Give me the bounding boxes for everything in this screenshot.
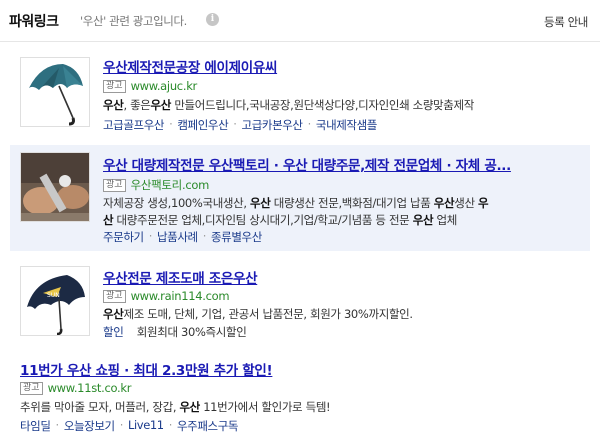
ad-item: SUN 우산전문 제조도매 조은우산 광고 www.rain114.com 우산… [10,256,590,346]
promo-label[interactable]: 할인 [103,325,124,339]
ad-badge: 광고 [103,79,126,93]
ad-sublink[interactable]: 국내제작샘플 [316,117,377,133]
ad-badge: 광고 [20,381,43,395]
keyword-highlight: 산 [103,212,114,227]
ad-sublink[interactable]: 오늘장보기 [64,418,115,434]
description-line: 우산제조 도매, 단체, 기업, 관공서 납품전문, 회원가 30%까지할인. [103,306,583,323]
powerlink-title: 파워링크 [9,14,59,30]
ad-title-link[interactable]: 우산 대량제작전문 우산팩토리 · 우산 대량주문,제작 전문업체 · 자체 공… [103,154,543,174]
powerlink-header: 파워링크 '우산' 관련 광고입니다. i 등록 안내 [0,0,600,42]
ad-item: 11번가 우산 쇼핑 · 최대 2.3만원 추가 할인! 광고 www.11st… [10,350,590,440]
promo-text[interactable]: 회원최대 30%즉시할인 [137,325,247,339]
description-line: 자체공장 생성,100%국내생산, 우산 대량생산 전문,백화점/대기업 납품 … [103,195,585,212]
umbrella-factory-image [21,153,89,221]
link-separator: · [168,418,173,432]
description-text: 11번가에서 할인가로 득템! [199,400,331,414]
ad-description: 우산, 좋은우산 만들어드립니다,국내공장,원단색상다양,디자인인쇄 소량맞춤제… [103,97,583,114]
keyword-highlight: 우산 [412,212,434,227]
ad-thumbnail[interactable] [20,152,90,222]
info-icon[interactable]: i [206,13,219,26]
ad-description: 우산제조 도매, 단체, 기업, 관공서 납품전문, 회원가 30%까지할인. [103,306,583,323]
ad-title-link[interactable]: 11번가 우산 쇼핑 · 최대 2.3만원 추가 할인! [20,359,580,379]
link-separator: · [169,117,173,131]
ad-url[interactable]: 우산팩토리.com [131,177,210,193]
keyword-highlight: 우산 [150,98,172,112]
ad-url-row: 광고 www.rain114.com [103,289,230,303]
description-text: 업체 [433,212,457,227]
ad-sublink[interactable]: 타임딜 [20,418,51,434]
description-text: 대량주문전문 업체,디자인팀 상시대기,기업/학교/기념품 등 전문 [113,212,413,227]
ad-sublinks: 타임딜 · 오늘장보기 · Live11 · 우주패스구독 [20,418,238,434]
keyword-highlight: 우산 [433,196,455,210]
link-separator: · [202,229,207,243]
ad-url[interactable]: www.ajuc.kr [131,79,198,93]
link-separator: · [233,117,237,131]
ad-sublink[interactable]: 캠페인우산 [177,117,228,133]
ad-promo: 할인 회원최대 30%즉시할인 [103,324,247,340]
link-separator: · [307,117,312,131]
description-text: 자체공장 생성,100%국내생산, [103,196,250,210]
keyword-highlight: 우산 [103,307,124,321]
navy-umbrella-image: SUN [21,267,89,335]
ad-title-link[interactable]: 우산제작전문공장 에이제이유씨 [103,56,583,76]
link-separator: · [119,418,124,432]
ad-badge: 광고 [103,289,126,303]
ad-sublinks: 고급골프우산 · 캠페인우산 · 고급카본우산 · 국내제작샘플 [103,117,377,133]
description-line: 우산, 좋은우산 만들어드립니다,국내공장,원단색상다양,디자인인쇄 소량맞춤제… [103,97,583,114]
ad-sublink[interactable]: 주문하기 [103,229,144,245]
description-text: 생산 [454,196,478,210]
ad-sublink[interactable]: 종류별우산 [211,229,262,245]
ad-url[interactable]: www.rain114.com [131,289,230,303]
keyword-highlight: 우 [477,196,489,210]
ad-url-row: 광고 우산팩토리.com [103,177,209,193]
ad-sublink[interactable]: 우주패스구독 [177,418,238,434]
ad-sublinks: 주문하기 · 납품사례 · 종류별우산 [103,229,262,245]
link-separator: · [148,229,153,243]
ad-description: 추위를 막아줄 모자, 머플러, 장갑, 우산 11번가에서 할인가로 득템! [20,399,580,416]
green-umbrella-image [21,58,89,126]
ad-thumbnail[interactable] [20,57,90,127]
ad-badge: 광고 [103,178,126,192]
link-separator: · [55,418,60,432]
ad-url-row: 광고 www.ajuc.kr [103,79,197,93]
ad-sublink[interactable]: 납품사례 [157,229,198,245]
svg-text:SUN: SUN [47,292,60,299]
ad-item: 우산제작전문공장 에이제이유씨 광고 www.ajuc.kr 우산, 좋은우산 … [10,48,590,140]
keyword-highlight: 우산 [250,196,271,210]
ad-sublink[interactable]: 고급카본우산 [242,117,303,133]
description-text: 제조 도매, 단체, 기업, 관공서 납품전문, 회원가 30%까지할인. [123,307,413,321]
ad-title-link[interactable]: 우산전문 제조도매 조은우산 [103,267,583,287]
description-text: 대량생산 전문,백화점/대기업 납품 [270,196,434,210]
ad-item: 우산 대량제작전문 우산팩토리 · 우산 대량주문,제작 전문업체 · 자체 공… [10,145,590,251]
description-text: 만들어드립니다,국내공장,원단색상다양,디자인인쇄 소량맞춤제작 [171,98,474,112]
ad-thumbnail[interactable]: SUN [20,266,90,336]
keyword-highlight: 우산 [179,400,200,414]
description-line: 산 대량주문전문 업체,디자인팀 상시대기,기업/학교/기념품 등 전문 우산 … [103,212,585,229]
register-guide-link[interactable]: 등록 안내 [544,14,588,30]
ad-url[interactable]: www.11st.co.kr [48,381,132,395]
description-line: 추위를 막아줄 모자, 머플러, 장갑, 우산 11번가에서 할인가로 득템! [20,399,580,416]
ad-description: 자체공장 생성,100%국내생산, 우산 대량생산 전문,백화점/대기업 납품 … [103,195,585,228]
ad-sublink[interactable]: Live11 [128,418,164,434]
ad-url-row: 광고 www.11st.co.kr [20,381,131,395]
ad-sublink[interactable]: 고급골프우산 [103,117,164,133]
description-text: , 좋은 [123,98,151,112]
powerlink-subtitle: '우산' 관련 광고입니다. [80,14,187,28]
keyword-highlight: 우산 [103,98,124,112]
description-text: 추위를 막아줄 모자, 머플러, 장갑, [20,400,180,414]
